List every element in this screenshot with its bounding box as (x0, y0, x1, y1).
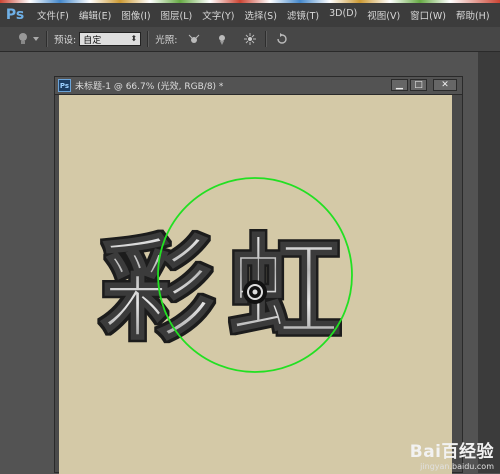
close-icon: ✕ (441, 80, 449, 90)
infinite-light-icon[interactable] (241, 30, 259, 48)
canvas-text[interactable]: 彩虹 (100, 224, 357, 356)
spot-light-icon[interactable] (213, 30, 231, 48)
menu-item[interactable]: 图层(L) (156, 8, 198, 22)
minimize-icon: ▁ (396, 80, 403, 90)
maximize-icon: □ (414, 80, 423, 90)
image-canvas[interactable]: 彩虹 (59, 95, 452, 474)
menu-item[interactable]: 图像(I) (116, 8, 155, 22)
menu-item[interactable]: 帮助(H) (451, 8, 495, 22)
left-panel (0, 52, 30, 473)
preset-label: 预设: (54, 35, 77, 46)
menu-item[interactable]: 滤镜(T) (282, 8, 324, 22)
menu-item[interactable]: 视图(V) (362, 8, 405, 22)
watermark: Bai百经验 jingyan.baidu.com (410, 437, 494, 471)
ps-document-icon: Ps (58, 79, 71, 92)
divider (46, 31, 48, 47)
menu-bar: Ps 文件(F) 编辑(E) 图像(I) 图层(L) 文字(Y) 选择(S) 滤镜(T) 3D… (0, 3, 500, 27)
divider (265, 31, 268, 47)
light-label: 光照: (155, 35, 178, 46)
canvas-artwork[interactable]: 彩虹 (59, 95, 452, 474)
watermark-brand: Bai百经验 (409, 442, 494, 462)
menu-item[interactable]: 文件(F) (32, 8, 74, 22)
app-logo: Ps (5, 7, 25, 23)
divider (147, 31, 150, 47)
light-handle-center (252, 289, 258, 295)
light-bulb-icon[interactable] (14, 30, 32, 48)
menu-item[interactable]: 窗口(W) (405, 8, 451, 22)
preset-select[interactable]: 自定 ⬍ (79, 32, 142, 46)
maximize-button[interactable]: □ (410, 79, 427, 91)
right-panel (478, 52, 500, 473)
chevron-down-icon[interactable] (32, 30, 40, 48)
options-bar: 预设: 自定 ⬍ 光照: (0, 27, 500, 52)
menu-item[interactable]: 文字(Y) (197, 8, 239, 22)
reset-rotate-icon[interactable] (273, 30, 291, 48)
close-button[interactable]: ✕ (433, 79, 457, 91)
document-title-bar[interactable]: Ps 未标题-1 @ 66.7% (光效, RGB/8) * ▁ □ ✕ (55, 77, 462, 95)
minimize-button[interactable]: ▁ (391, 79, 408, 91)
document-title: 未标题-1 @ 66.7% (光效, RGB/8) * (75, 82, 224, 92)
preset-value: 自定 (83, 35, 102, 46)
menu-item[interactable]: 选择(S) (239, 8, 281, 22)
menu-list: 文件(F) 编辑(E) 图像(I) 图层(L) 文字(Y) 选择(S) 滤镜(T) 3D(D)… (32, 8, 495, 22)
menu-item[interactable]: 编辑(E) (74, 8, 116, 22)
document-window: Ps 未标题-1 @ 66.7% (光效, RGB/8) * ▁ □ ✕ 彩虹 (54, 76, 463, 474)
menu-item[interactable]: 3D(D) (324, 8, 362, 22)
select-arrow-icon: ⬍ (130, 34, 138, 43)
watermark-url: jingyan.baidu.com (420, 462, 494, 471)
point-light-icon[interactable] (185, 30, 203, 48)
